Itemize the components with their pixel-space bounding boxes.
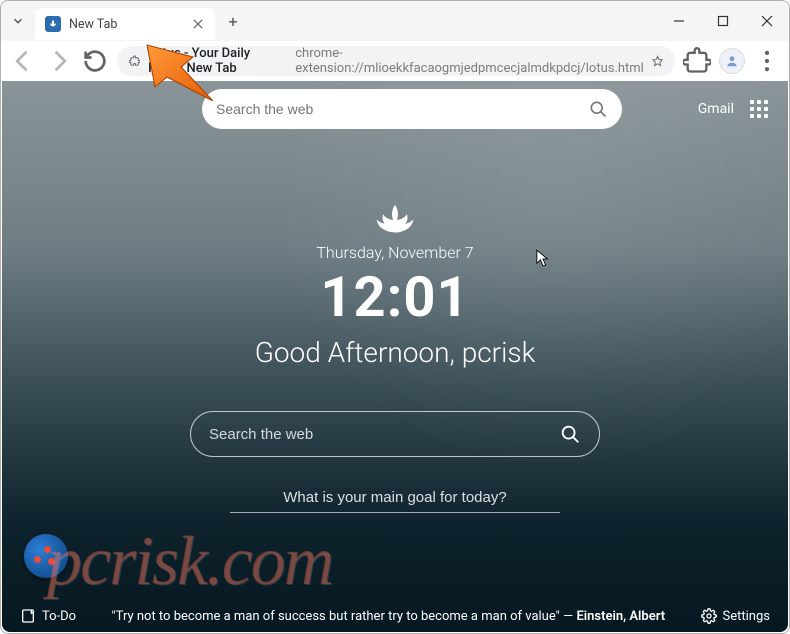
- omnibox-url: chrome-extension://mlioekkfacaogmjedpmce…: [295, 46, 644, 76]
- clock-time: 12:01: [320, 264, 469, 330]
- todo-label: To-Do: [42, 609, 76, 624]
- new-tab-button[interactable]: +: [219, 12, 247, 31]
- back-button[interactable]: [9, 47, 37, 75]
- profile-avatar-button[interactable]: [719, 48, 745, 74]
- maximize-button[interactable]: [701, 1, 745, 41]
- close-window-button[interactable]: [745, 1, 789, 41]
- quote-author: Einstein, Albert: [576, 609, 665, 624]
- omnibox-site-title: Lotus - Your Daily Focus New Tab: [148, 46, 283, 76]
- search-icon: [588, 99, 608, 119]
- header-search-input[interactable]: [216, 101, 588, 117]
- extension-icon: [129, 53, 140, 69]
- todo-icon: [20, 608, 36, 624]
- header-search-box[interactable]: [202, 89, 622, 129]
- gmail-link[interactable]: Gmail: [698, 101, 734, 117]
- address-bar[interactable]: Lotus - Your Daily Focus New Tab chrome-…: [117, 46, 675, 76]
- window-controls: [657, 1, 789, 41]
- settings-label: Settings: [723, 609, 770, 624]
- bookmark-star-icon[interactable]: [652, 53, 663, 69]
- lotus-icon: [374, 201, 416, 235]
- gear-icon: [701, 608, 717, 624]
- forward-button[interactable]: [45, 47, 73, 75]
- goal-input[interactable]: [230, 489, 560, 506]
- footer: To-Do "Try not to become a man of succes…: [2, 608, 788, 624]
- toolbar: Lotus - Your Daily Focus New Tab chrome-…: [1, 41, 789, 81]
- date-text: Thursday, November 7: [316, 243, 473, 262]
- tab-search-dropdown[interactable]: [1, 14, 35, 28]
- page-header: Gmail: [2, 89, 788, 129]
- main-search-input[interactable]: [209, 426, 559, 443]
- assistant-orb-button[interactable]: [24, 534, 68, 578]
- tab-close-icon[interactable]: [191, 17, 205, 31]
- page-viewport: Gmail Thursday, November 7 12:01 Good Af…: [2, 81, 788, 632]
- apps-grid-icon[interactable]: [750, 100, 768, 118]
- quote-text: "Try not to become a man of success but …: [112, 609, 574, 624]
- todo-button[interactable]: To-Do: [20, 608, 76, 624]
- greeting-text: Good Afternoon, pcrisk: [255, 336, 536, 369]
- titlebar: New Tab +: [1, 1, 789, 41]
- tab-favicon-icon: [45, 16, 61, 32]
- main-search-box[interactable]: [190, 411, 600, 457]
- browser-tab[interactable]: New Tab: [35, 8, 215, 40]
- settings-button[interactable]: Settings: [701, 608, 770, 624]
- goal-input-wrapper[interactable]: [230, 487, 560, 513]
- center-panel: Thursday, November 7 12:01 Good Afternoo…: [2, 201, 788, 513]
- extensions-button[interactable]: [683, 47, 711, 75]
- main-menu-button[interactable]: [753, 47, 781, 75]
- search-icon: [559, 423, 581, 445]
- reload-button[interactable]: [81, 47, 109, 75]
- tab-title: New Tab: [69, 17, 183, 32]
- quote: "Try not to become a man of success but …: [88, 609, 688, 624]
- minimize-button[interactable]: [657, 1, 701, 41]
